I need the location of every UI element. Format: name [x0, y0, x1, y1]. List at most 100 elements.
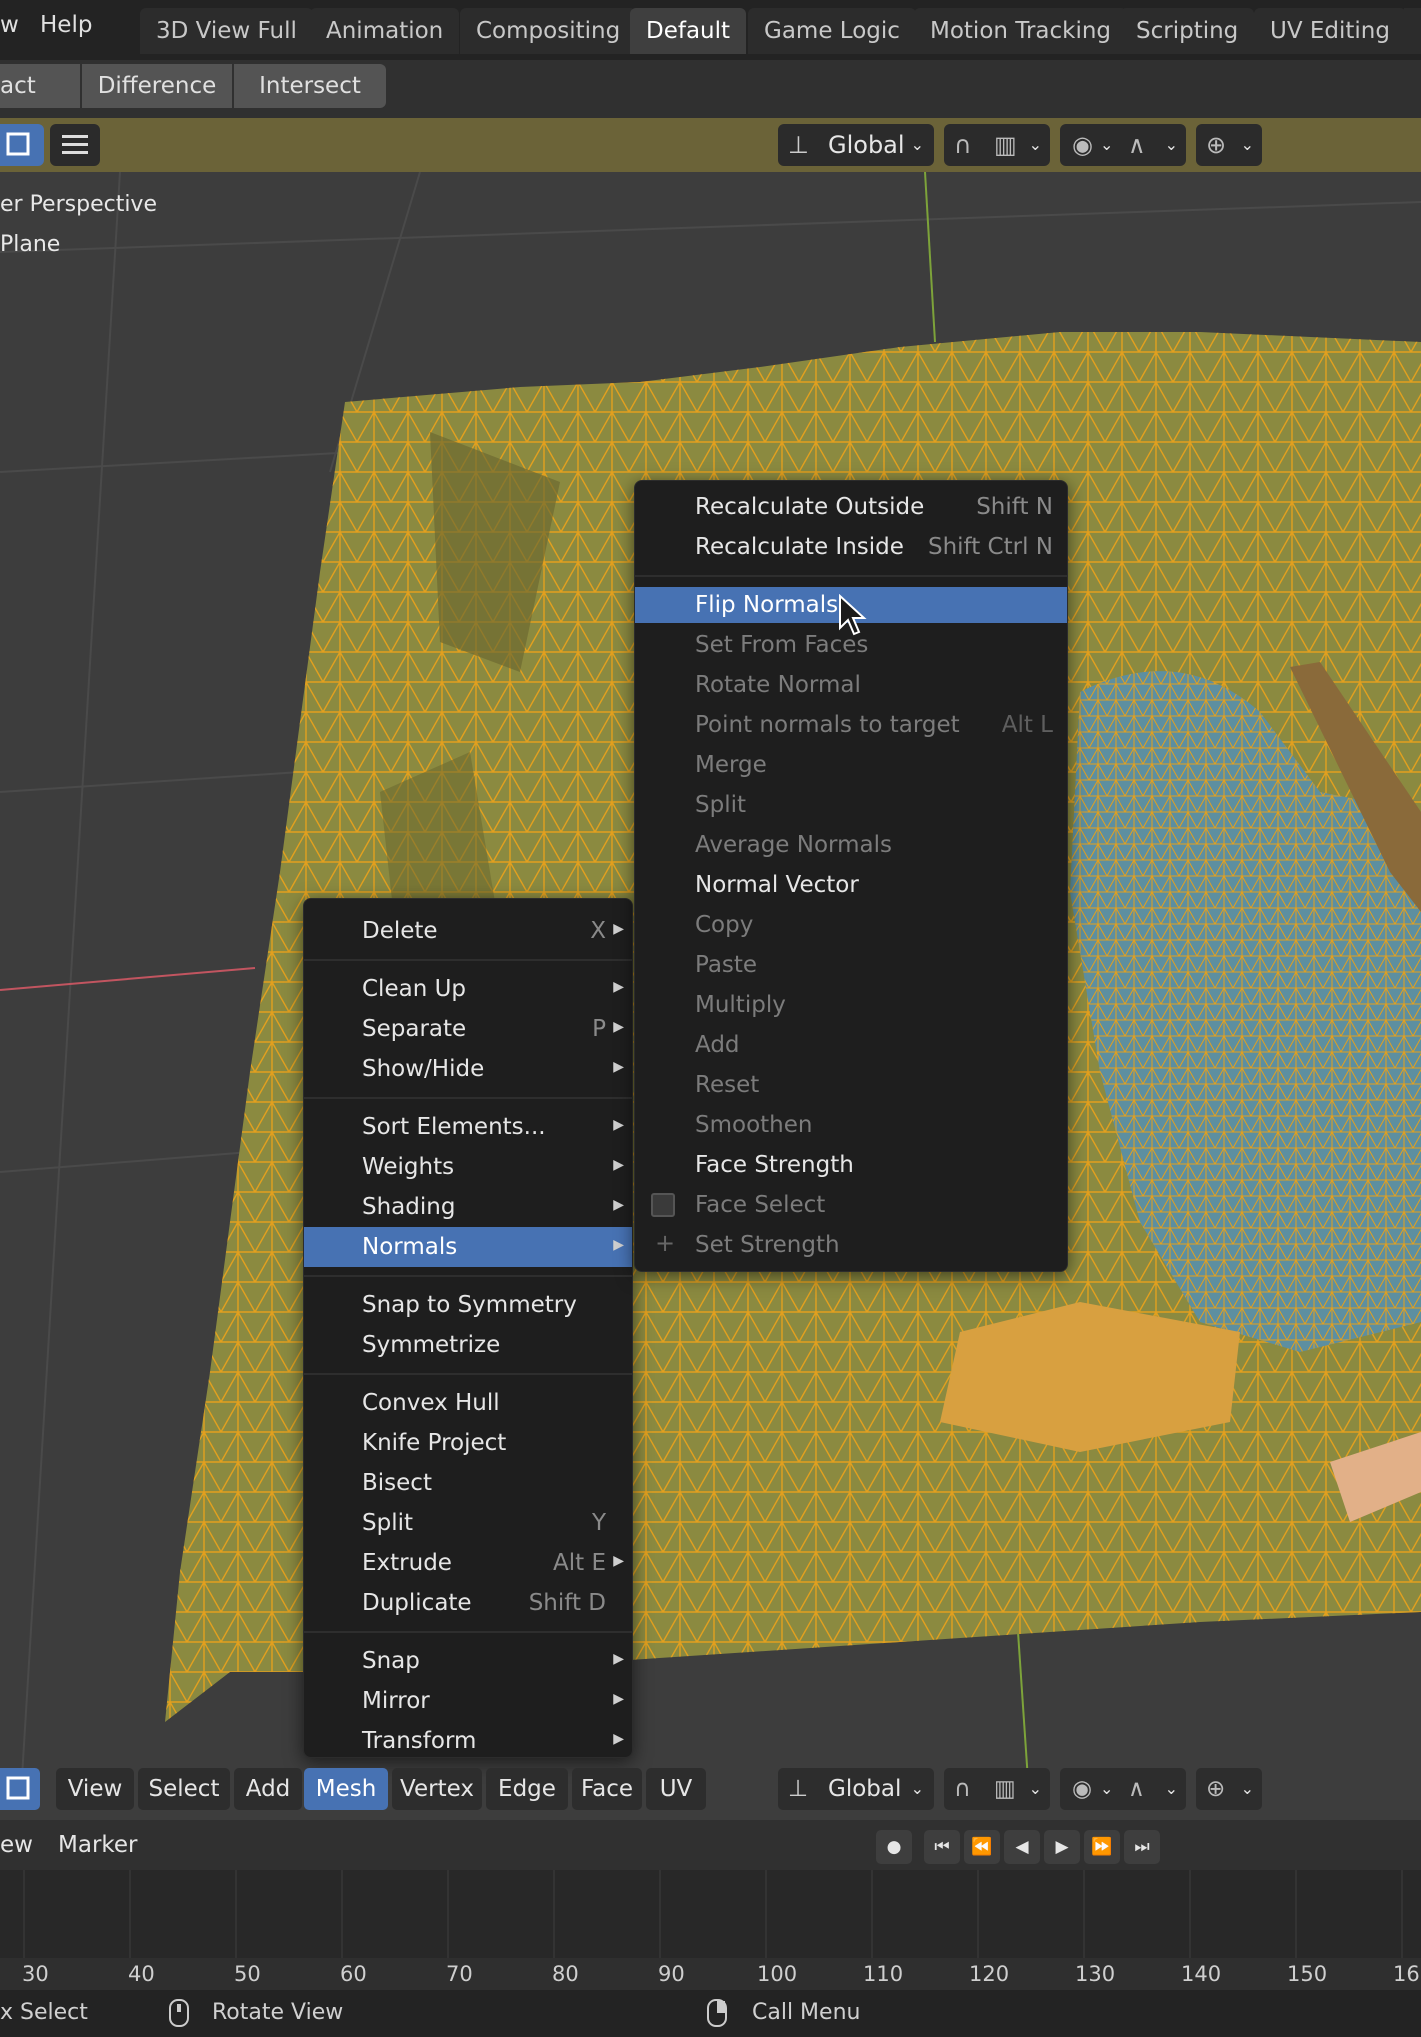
- menu-item-average-normals[interactable]: Average Normals: [635, 825, 1067, 865]
- menu-item-snap-to-symmetry[interactable]: Snap to Symmetry: [304, 1285, 632, 1325]
- menu-item-split[interactable]: Split Y: [304, 1503, 632, 1543]
- menu-item-recalculate-outside[interactable]: Recalculate Outside Shift N: [635, 487, 1067, 527]
- view-menu-button[interactable]: View: [56, 1768, 134, 1810]
- chevron-right-icon: ▶: [613, 979, 624, 995]
- menu-separator: [304, 1373, 632, 1375]
- menu-item-label: Snap: [362, 1648, 420, 1674]
- subtract-button[interactable]: act: [0, 64, 80, 108]
- tab-default[interactable]: Default: [630, 8, 747, 54]
- edge-menu-button[interactable]: Edge: [486, 1768, 568, 1810]
- menu-item-bisect[interactable]: Bisect: [304, 1463, 632, 1503]
- tab-motion-tracking[interactable]: Motion Tracking: [914, 8, 1128, 54]
- timeline-marker-menu[interactable]: Marker: [58, 1832, 138, 1858]
- menu-item-split[interactable]: Split: [635, 785, 1067, 825]
- mesh-menu-button[interactable]: Mesh: [304, 1768, 388, 1810]
- proportional-edit-toggle[interactable]: ◉ ⌄ ∧ ⌄: [1060, 124, 1186, 166]
- menu-item-face-strength[interactable]: Face Strength: [635, 1145, 1067, 1185]
- mouse-middle-icon: [169, 1999, 189, 2027]
- intersect-button[interactable]: Intersect: [234, 64, 386, 108]
- menu-item-separate[interactable]: Separate P ▶: [304, 1009, 632, 1049]
- menu-item-reset[interactable]: Reset: [635, 1065, 1067, 1105]
- menu-item-symmetrize[interactable]: Symmetrize: [304, 1325, 632, 1365]
- menu-item-merge[interactable]: Merge: [635, 745, 1067, 785]
- rewind-icon[interactable]: ⏪: [964, 1830, 1000, 1864]
- menu-item-shortcut: Y: [591, 1510, 606, 1536]
- tab-animation[interactable]: Animation: [310, 8, 460, 54]
- menu-item-duplicate[interactable]: Duplicate Shift D: [304, 1583, 632, 1623]
- snap-toggle[interactable]: ∩ ▥ ⌄: [944, 1768, 1050, 1810]
- menu-item-shading[interactable]: Shading ▶: [304, 1187, 632, 1227]
- menu-item-normals[interactable]: Normals ▶: [304, 1227, 632, 1267]
- menu-item-mirror[interactable]: Mirror ▶: [304, 1681, 632, 1721]
- overlay-toggle[interactable]: ⊕ ⌄: [1196, 124, 1262, 166]
- jump-end-icon[interactable]: ⏭: [1124, 1830, 1160, 1864]
- menu-item-clean-up[interactable]: Clean Up ▶: [304, 969, 632, 1009]
- frame-tick: 30: [22, 1962, 49, 1986]
- menu-help[interactable]: Help: [40, 12, 92, 38]
- menu-item-rotate-normal[interactable]: Rotate Normal: [635, 665, 1067, 705]
- tab-scripting[interactable]: Scripting: [1120, 8, 1255, 54]
- tab-uv-editing[interactable]: UV Editing: [1254, 8, 1406, 54]
- play-reverse-icon[interactable]: ◀: [1004, 1830, 1040, 1864]
- frame-tick: 100: [757, 1962, 798, 1986]
- play-icon[interactable]: ▶: [1044, 1830, 1080, 1864]
- chevron-down-icon: ⌄: [1028, 1779, 1042, 1798]
- gizmo-icon: ⊕: [1206, 1776, 1226, 1802]
- proportional-edit-toggle[interactable]: ◉ ⌄ ∧ ⌄: [1060, 1768, 1186, 1810]
- tab-overflow[interactable]: [1404, 8, 1421, 54]
- select-menu-button[interactable]: Select: [138, 1768, 230, 1810]
- face-menu-button[interactable]: Face: [572, 1768, 642, 1810]
- snap-toggle[interactable]: ∩ ▥ ⌄: [944, 124, 1050, 166]
- menu-item-transform[interactable]: Transform ▶: [304, 1721, 632, 1761]
- select-mode-icon[interactable]: [0, 124, 44, 166]
- menu-item-label: Smoothen: [695, 1112, 813, 1138]
- menu-item-copy[interactable]: Copy: [635, 905, 1067, 945]
- menu-item-point-normals-to-target[interactable]: Point normals to target Alt L: [635, 705, 1067, 745]
- menu-item-set-strength[interactable]: + Set Strength: [635, 1225, 1067, 1265]
- menu-item-delete[interactable]: Delete X ▶: [304, 911, 632, 951]
- menu-item-add[interactable]: Add: [635, 1025, 1067, 1065]
- menu-item-recalculate-inside[interactable]: Recalculate Inside Shift Ctrl N: [635, 527, 1067, 567]
- menu-item-show-hide[interactable]: Show/Hide ▶: [304, 1049, 632, 1089]
- menu-item-snap[interactable]: Snap ▶: [304, 1641, 632, 1681]
- orientation-label: Global: [828, 131, 905, 159]
- timeline-view-menu[interactable]: ew: [0, 1832, 33, 1858]
- menu-item-label: Flip Normals: [695, 592, 839, 618]
- menu-item-label: Recalculate Inside: [695, 534, 904, 560]
- menu-item-label: Normal Vector: [695, 872, 859, 898]
- select-mode-icon[interactable]: [0, 1768, 40, 1810]
- tab-game-logic[interactable]: Game Logic: [748, 8, 916, 54]
- menu-item-label: Copy: [695, 912, 754, 938]
- record-button[interactable]: ●: [876, 1830, 912, 1864]
- menu-item-smoothen[interactable]: Smoothen: [635, 1105, 1067, 1145]
- fast-forward-icon[interactable]: ⏩: [1084, 1830, 1120, 1864]
- jump-start-icon[interactable]: ⏮: [924, 1830, 960, 1864]
- menu-item-face-select[interactable]: Face Select: [635, 1185, 1067, 1225]
- menu-item-label: Delete: [362, 918, 438, 944]
- menu-item-normal-vector[interactable]: Normal Vector: [635, 865, 1067, 905]
- tab-3d-view-full[interactable]: 3D View Full: [140, 8, 313, 54]
- menu-item-sort-elements[interactable]: Sort Elements... ▶: [304, 1107, 632, 1147]
- menu-item-convex-hull[interactable]: Convex Hull: [304, 1383, 632, 1423]
- menu-view[interactable]: w: [0, 12, 19, 38]
- frame-tick: 70: [446, 1962, 473, 1986]
- difference-button[interactable]: Difference: [82, 64, 232, 108]
- transform-orientation-dropdown[interactable]: ⊥ Global ⌄: [778, 124, 934, 166]
- hamburger-menu-icon[interactable]: [50, 124, 100, 166]
- menu-item-label: Clean Up: [362, 976, 467, 1002]
- menu-item-knife-project[interactable]: Knife Project: [304, 1423, 632, 1463]
- timeline[interactable]: 30 40 50 60 70 80 90 100 110 120 130 140…: [0, 1870, 1421, 1990]
- transform-orientation-dropdown[interactable]: ⊥ Global ⌄: [778, 1768, 934, 1810]
- tab-compositing[interactable]: Compositing: [460, 8, 637, 54]
- frame-tick: 60: [340, 1962, 367, 1986]
- vertex-menu-button[interactable]: Vertex: [392, 1768, 482, 1810]
- menu-item-extrude[interactable]: Extrude Alt E ▶: [304, 1543, 632, 1583]
- uv-menu-button[interactable]: UV: [646, 1768, 706, 1810]
- orientation-label: Global: [828, 1776, 902, 1802]
- overlay-toggle[interactable]: ⊕ ⌄: [1196, 1768, 1262, 1810]
- add-menu-button[interactable]: Add: [234, 1768, 302, 1810]
- menu-item-paste[interactable]: Paste: [635, 945, 1067, 985]
- mouse-cursor-icon: [839, 594, 867, 636]
- menu-item-multiply[interactable]: Multiply: [635, 985, 1067, 1025]
- menu-item-weights[interactable]: Weights ▶: [304, 1147, 632, 1187]
